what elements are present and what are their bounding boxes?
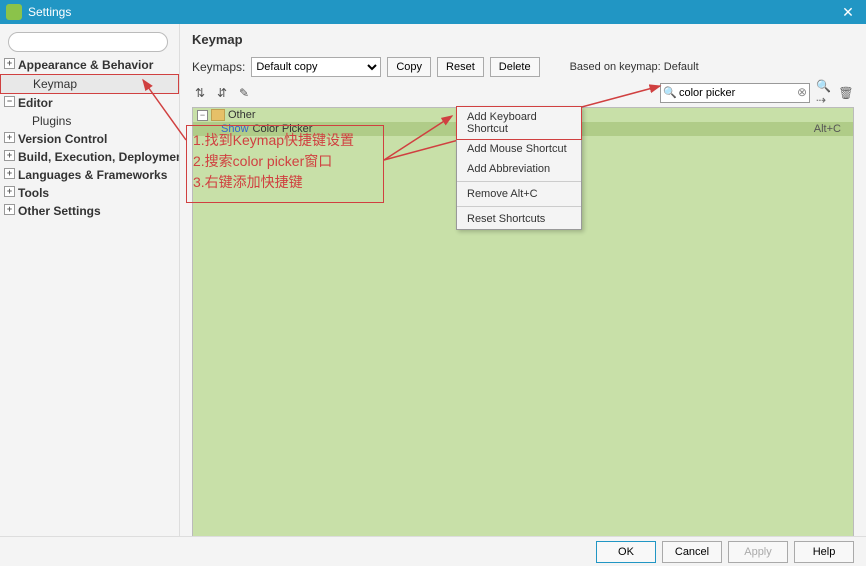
- menu-add-keyboard-shortcut[interactable]: Add Keyboard Shortcut: [456, 106, 582, 140]
- expand-icon[interactable]: +: [4, 204, 15, 215]
- settings-sidebar: +Appearance & Behavior Keymap −Editor Pl…: [0, 24, 180, 536]
- sidebar-item-tools[interactable]: +Tools: [0, 184, 179, 202]
- menu-add-mouse-shortcut[interactable]: Add Mouse Shortcut: [457, 139, 581, 159]
- ok-button[interactable]: OK: [596, 541, 656, 563]
- based-on-label: Based on keymap: Default: [570, 61, 699, 73]
- sidebar-item-vcs[interactable]: +Version Control: [0, 130, 179, 148]
- sidebar-item-build[interactable]: +Build, Execution, Deployment: [0, 148, 179, 166]
- expand-icon[interactable]: +: [4, 168, 15, 179]
- close-icon[interactable]: ✕: [836, 4, 860, 21]
- collapse-all-icon[interactable]: ⇵: [214, 85, 230, 101]
- sidebar-item-languages[interactable]: +Languages & Frameworks: [0, 166, 179, 184]
- collapse-icon[interactable]: −: [197, 110, 208, 121]
- sidebar-item-keymap[interactable]: Keymap: [0, 74, 179, 94]
- menu-add-abbreviation[interactable]: Add Abbreviation: [457, 159, 581, 179]
- sidebar-search-input[interactable]: [8, 32, 168, 52]
- titlebar: Settings ✕: [0, 0, 866, 24]
- expand-icon[interactable]: +: [4, 132, 15, 143]
- find-by-shortcut-icon[interactable]: 🔍⇢: [816, 85, 832, 101]
- search-icon: 🔍: [663, 86, 677, 99]
- apply-button[interactable]: Apply: [728, 541, 788, 563]
- window-title: Settings: [28, 5, 836, 19]
- copy-button[interactable]: Copy: [387, 57, 431, 77]
- settings-content: Keymap Keymaps: Default copy Copy Reset …: [180, 24, 866, 536]
- menu-separator: [457, 206, 581, 207]
- context-menu: Add Keyboard Shortcut Add Mouse Shortcut…: [456, 106, 582, 230]
- reset-button[interactable]: Reset: [437, 57, 484, 77]
- sidebar-item-plugins[interactable]: Plugins: [0, 112, 179, 130]
- folder-icon: [211, 109, 225, 121]
- keymaps-label: Keymaps:: [192, 60, 245, 74]
- shortcut-label: Alt+C: [814, 123, 849, 135]
- annotation-box: 1.找到Keymap快捷键设置 2.搜索color picker窗口 3.右键添…: [186, 125, 384, 203]
- help-button[interactable]: Help: [794, 541, 854, 563]
- expand-icon[interactable]: −: [4, 96, 15, 107]
- app-logo-icon: [6, 4, 22, 20]
- menu-reset-shortcuts[interactable]: Reset Shortcuts: [457, 209, 581, 229]
- dialog-footer: OK Cancel Apply Help: [0, 536, 866, 566]
- keymaps-select[interactable]: Default copy: [251, 57, 381, 77]
- action-search-input[interactable]: [660, 83, 810, 103]
- annotation-line-2: 2.搜索color picker窗口: [193, 151, 377, 172]
- sidebar-item-appearance[interactable]: +Appearance & Behavior: [0, 56, 179, 74]
- delete-button[interactable]: Delete: [490, 57, 540, 77]
- expand-icon[interactable]: +: [4, 150, 15, 161]
- expand-icon[interactable]: +: [4, 186, 15, 197]
- sidebar-item-other[interactable]: +Other Settings: [0, 202, 179, 220]
- page-title: Keymap: [192, 32, 854, 47]
- sidebar-item-editor[interactable]: −Editor: [0, 94, 179, 112]
- clear-search-icon[interactable]: ⊗: [797, 85, 807, 99]
- expand-all-icon[interactable]: ⇅: [192, 85, 208, 101]
- annotation-line-3: 3.右键添加快捷键: [193, 172, 377, 193]
- cancel-button[interactable]: Cancel: [662, 541, 722, 563]
- trash-icon[interactable]: 🗑: [838, 85, 854, 101]
- annotation-line-1: 1.找到Keymap快捷键设置: [193, 130, 377, 151]
- edit-icon[interactable]: ✎: [236, 85, 252, 101]
- menu-remove-shortcut[interactable]: Remove Alt+C: [457, 184, 581, 204]
- expand-icon[interactable]: +: [4, 58, 15, 69]
- menu-separator: [457, 181, 581, 182]
